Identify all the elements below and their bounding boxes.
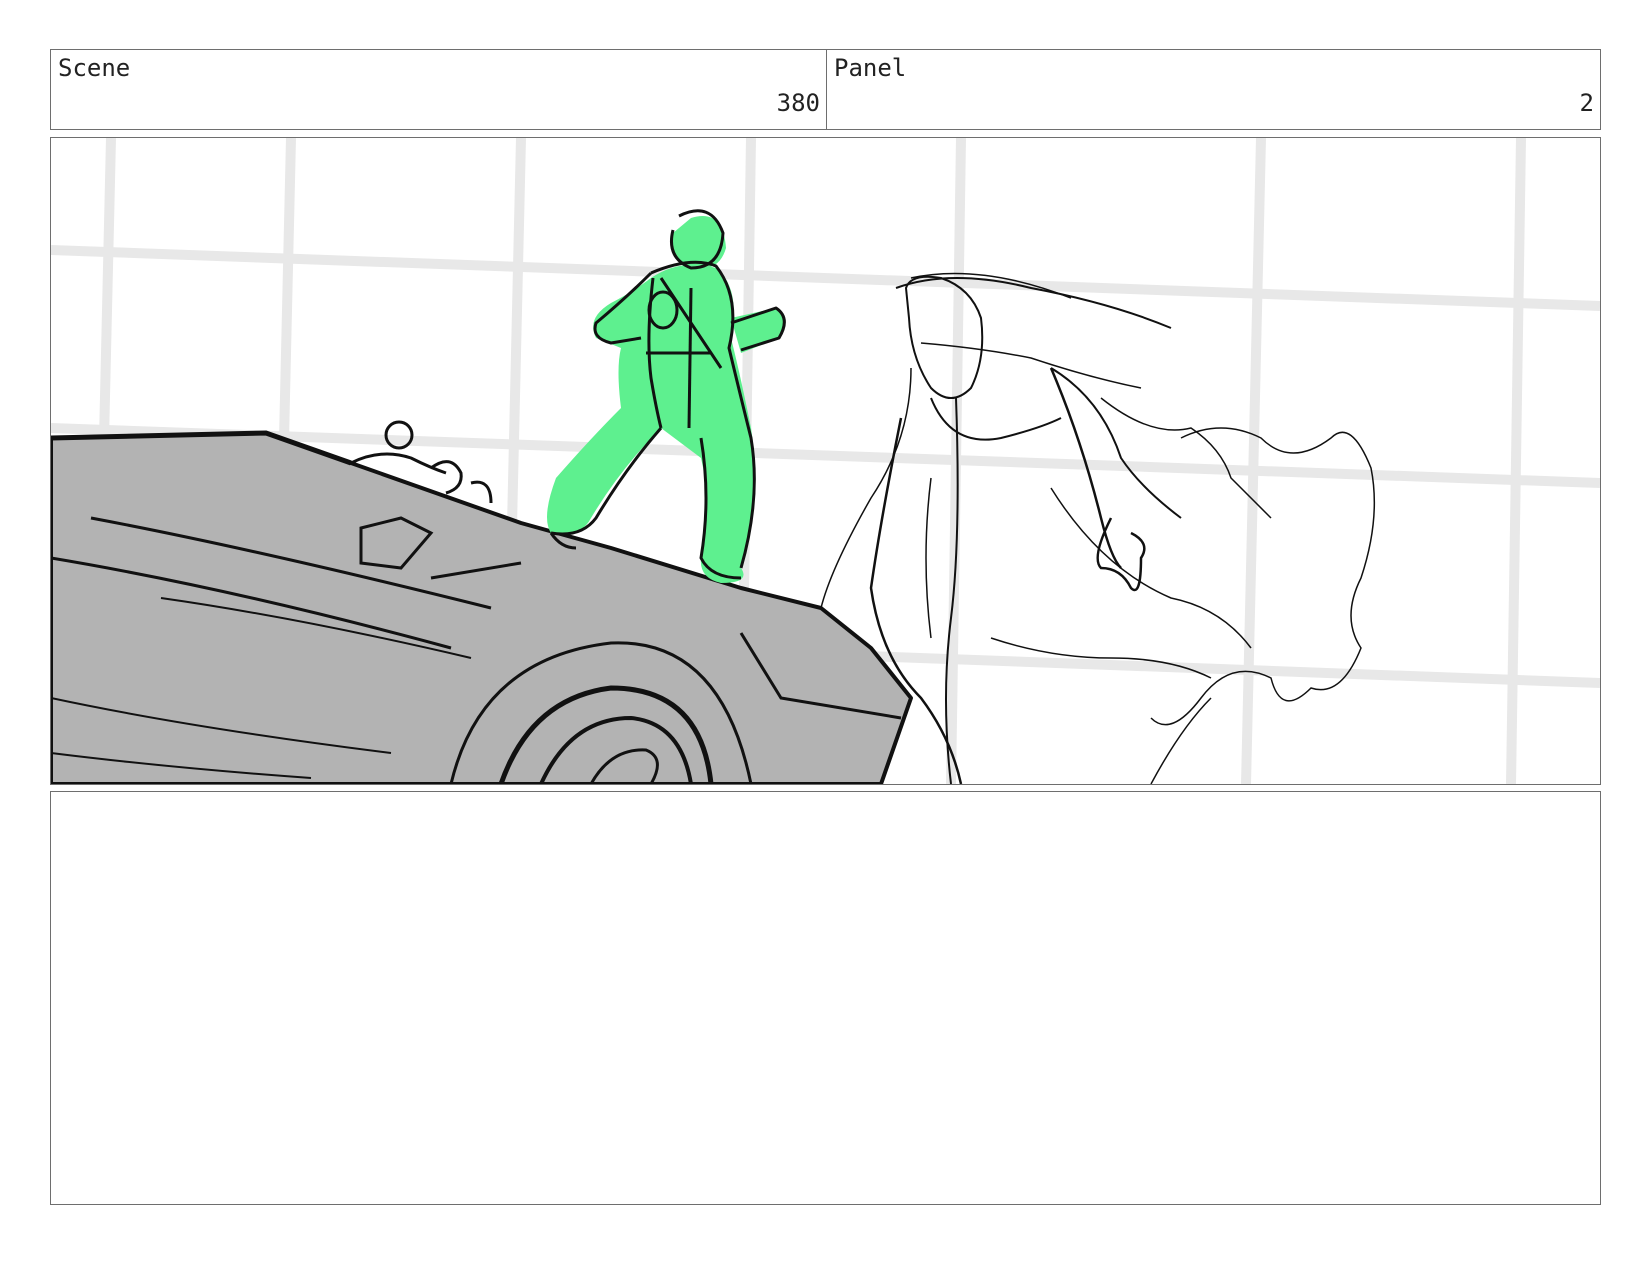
panel-number: 2 bbox=[1579, 89, 1594, 117]
scene-label: Scene bbox=[58, 54, 131, 82]
panel-cell: Panel 2 bbox=[827, 50, 1600, 129]
sketch-illustration bbox=[51, 138, 1600, 784]
storyboard-frame bbox=[50, 137, 1601, 785]
notes-area[interactable] bbox=[50, 791, 1601, 1205]
scene-number: 380 bbox=[776, 89, 820, 117]
storyboard-header: Scene 380 Panel 2 bbox=[50, 49, 1601, 130]
scene-cell: Scene 380 bbox=[51, 50, 827, 129]
panel-label: Panel bbox=[834, 54, 907, 82]
car-sketch bbox=[51, 420, 913, 784]
